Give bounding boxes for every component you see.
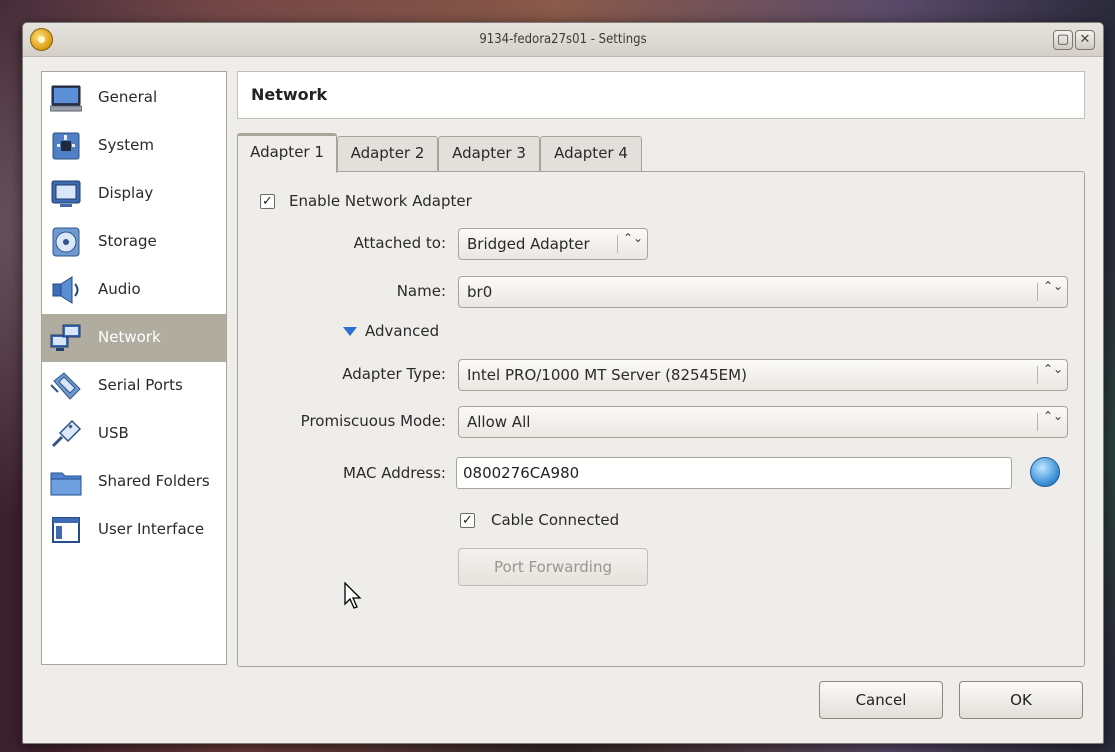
promiscuous-mode-value: Allow All: [467, 413, 531, 431]
name-select[interactable]: br0 ⌃⌄: [458, 276, 1068, 308]
advanced-toggle[interactable]: Advanced: [365, 322, 439, 340]
audio-icon: [52, 276, 79, 304]
sidebar-item-label: User Interface: [98, 520, 205, 538]
tab-adapter-2[interactable]: Adapter 2: [337, 136, 438, 171]
tab-adapter-1[interactable]: Adapter 1: [237, 133, 337, 173]
combo-separator: [617, 235, 618, 253]
close-button[interactable]: ✕: [1075, 30, 1095, 50]
shared-folders-icon: [50, 472, 82, 496]
cable-connected-checkbox[interactable]: ✓: [460, 513, 475, 528]
attached-to-value: Bridged Adapter: [467, 235, 590, 253]
sidebar-item-user-interface[interactable]: User Interface: [42, 506, 226, 554]
attached-to-select[interactable]: Bridged Adapter ⌃⌄: [458, 228, 648, 260]
adapter-panel: ✓ Enable Network Adapter Attached to: Br…: [237, 171, 1085, 667]
sidebar-item-label: System: [98, 136, 154, 154]
sidebar-item-system[interactable]: System: [42, 122, 226, 170]
sidebar-item-label: Shared Folders: [98, 472, 210, 490]
usb-icon: [51, 419, 82, 448]
settings-window: 9134-fedora27s01 - Settings ▢ ✕ General …: [22, 22, 1104, 744]
promiscuous-mode-select[interactable]: Allow All ⌃⌄: [458, 406, 1068, 438]
up-down-arrows-icon: ⌃⌄: [1043, 362, 1064, 376]
system-icon: [52, 132, 80, 160]
storage-icon: [52, 227, 80, 257]
adapter-type-label: Adapter Type:: [342, 365, 446, 383]
expand-triangle-icon[interactable]: [343, 327, 357, 336]
sidebar-item-general[interactable]: General: [42, 74, 226, 122]
mac-address-input[interactable]: [457, 458, 1011, 488]
title-bar[interactable]: 9134-fedora27s01 - Settings ▢ ✕: [23, 23, 1103, 57]
network-icon: [50, 324, 81, 351]
sidebar-item-storage[interactable]: Storage: [42, 218, 226, 266]
up-down-arrows-icon: ⌃⌄: [623, 231, 644, 245]
name-value: br0: [467, 283, 493, 301]
combo-separator: [1037, 283, 1038, 301]
sidebar-item-network[interactable]: Network: [42, 314, 226, 362]
sidebar-item-serial-ports[interactable]: Serial Ports: [42, 362, 226, 410]
general-icon: [50, 85, 82, 112]
ok-button[interactable]: OK: [959, 681, 1083, 719]
page-title: Network: [251, 85, 328, 104]
sidebar-item-label: Storage: [98, 232, 157, 250]
sidebar-item-label: Network: [98, 328, 161, 346]
name-label: Name:: [396, 282, 446, 300]
window-title: 9134-fedora27s01 - Settings: [479, 32, 647, 47]
display-icon: [51, 180, 81, 207]
combo-separator: [1037, 413, 1038, 431]
mac-address-field[interactable]: [456, 457, 1012, 489]
regenerate-mac-refresh-icon[interactable]: [1030, 457, 1060, 487]
sidebar-item-label: Display: [98, 184, 154, 202]
mac-address-label: MAC Address:: [343, 464, 446, 482]
port-forwarding-button[interactable]: Port Forwarding: [458, 548, 648, 586]
sidebar-item-usb[interactable]: USB: [42, 410, 226, 458]
sidebar-item-label: Serial Ports: [98, 376, 183, 394]
sidebar-item-label: General: [98, 88, 158, 106]
serial-ports-icon: [50, 372, 81, 400]
mouse-cursor-icon: [344, 582, 362, 609]
enable-adapter-checkbox[interactable]: ✓: [260, 194, 275, 209]
tab-adapter-4[interactable]: Adapter 4: [540, 136, 642, 171]
combo-separator: [1037, 366, 1038, 384]
page-header: Network: [237, 71, 1085, 119]
up-down-arrows-icon: ⌃⌄: [1043, 409, 1064, 423]
adapter-type-value: Intel PRO/1000 MT Server (82545EM): [467, 366, 747, 384]
settings-sidebar: General System Display Storage Audio Net…: [41, 71, 227, 665]
sidebar-item-audio[interactable]: Audio: [42, 266, 226, 314]
sidebar-item-label: USB: [98, 424, 129, 442]
cable-connected-label[interactable]: Cable Connected: [491, 511, 619, 529]
user-interface-icon: [52, 517, 80, 543]
tab-adapter-3[interactable]: Adapter 3: [438, 136, 540, 171]
promiscuous-mode-label: Promiscuous Mode:: [300, 412, 446, 430]
sidebar-item-label: Audio: [98, 280, 141, 298]
sidebar-item-display[interactable]: Display: [42, 170, 226, 218]
up-down-arrows-icon: ⌃⌄: [1043, 279, 1064, 293]
enable-adapter-label[interactable]: Enable Network Adapter: [289, 192, 472, 210]
attached-to-label: Attached to:: [353, 234, 446, 252]
cancel-button[interactable]: Cancel: [819, 681, 943, 719]
sidebar-item-shared-folders[interactable]: Shared Folders: [42, 458, 226, 506]
maximize-button[interactable]: ▢: [1053, 30, 1073, 50]
adapter-type-select[interactable]: Intel PRO/1000 MT Server (82545EM) ⌃⌄: [458, 359, 1068, 391]
